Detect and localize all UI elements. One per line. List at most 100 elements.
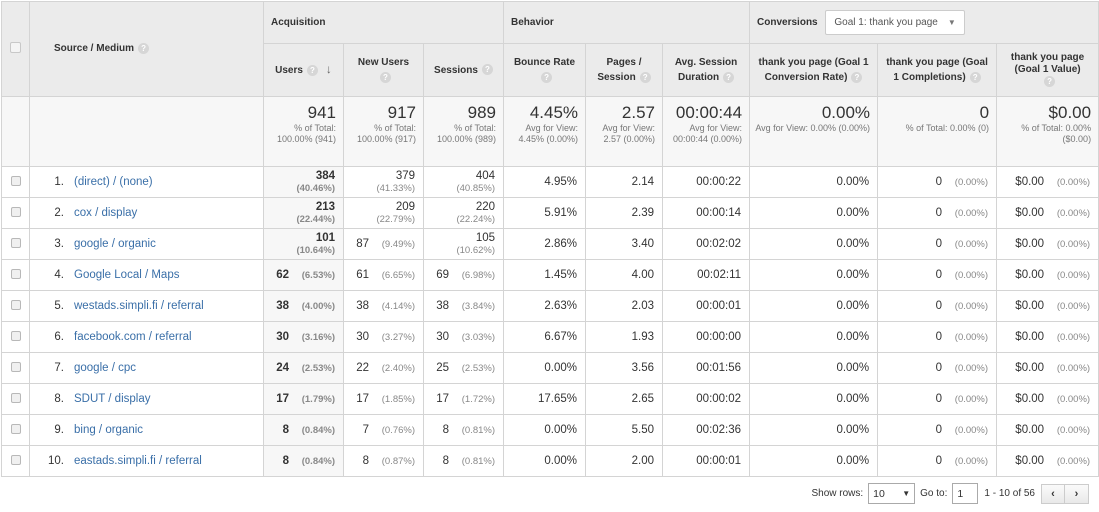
users-pct: (22.44%) [296, 214, 335, 225]
pages-session-cell: 4.00 [585, 259, 664, 291]
col-avg-duration[interactable]: Avg. Session Duration? [662, 43, 751, 97]
col-conv-rate[interactable]: thank you page (Goal 1 Conversion Rate)? [749, 43, 879, 97]
pages-session-cell: 2.65 [585, 383, 664, 415]
new-users-pct: (9.49%) [381, 239, 415, 250]
prev-page-button[interactable]: ‹ [1041, 483, 1065, 504]
col-completions[interactable]: thank you page (Goal 1 Completions)? [877, 43, 998, 97]
help-icon[interactable]: ? [541, 71, 553, 83]
col-pages-session[interactable]: Pages / Session? [585, 43, 664, 97]
completions-cell: 0 (0.00%) [877, 321, 998, 353]
source-cell: 3. google / organic [29, 228, 264, 260]
source-medium-link[interactable]: google / organic [74, 238, 156, 250]
row-checkbox[interactable] [10, 299, 21, 310]
conv-rate-cell: 0.00% [749, 166, 879, 198]
row-checkbox[interactable] [10, 423, 21, 434]
row-checkbox[interactable] [10, 330, 21, 341]
help-icon[interactable]: ? [306, 64, 318, 76]
row-checkbox[interactable] [10, 361, 21, 372]
completions-value: 0 [935, 269, 943, 281]
row-checkbox[interactable] [10, 268, 21, 279]
goal-selector-dropdown[interactable]: Goal 1: thank you page ▼ [825, 10, 965, 35]
sessions-pct: (3.84%) [461, 301, 496, 312]
help-icon[interactable]: ? [1044, 75, 1056, 87]
next-page-button[interactable]: › [1065, 483, 1089, 504]
source-medium-link[interactable]: westads.simpli.fi / referral [74, 300, 204, 312]
help-icon[interactable]: ? [723, 71, 735, 83]
col-sessions[interactable]: Sessions? [422, 43, 505, 97]
value-pct: (0.00%) [1056, 456, 1091, 467]
col-value[interactable]: thank you page (Goal 1 Value)? [996, 43, 1099, 97]
source-medium-link[interactable]: SDUT / display [74, 393, 150, 405]
pages-session-cell: 2.14 [585, 166, 664, 198]
new-users-value: 38 [356, 300, 369, 312]
value-pct: (0.00%) [1056, 239, 1091, 250]
source-medium-header[interactable]: Source / Medium? [29, 1, 264, 97]
avg-duration-cell: 00:00:00 [662, 321, 751, 353]
select-all-checkbox[interactable] [10, 42, 21, 53]
bounce-rate-cell: 0.00% [503, 352, 587, 384]
col-new-users-label: New Users [357, 57, 410, 68]
total-value: 917 [387, 103, 416, 122]
pages-session-cell: 3.56 [585, 352, 664, 384]
row-checkbox[interactable] [10, 454, 21, 465]
users-cell: 101(10.64%) [263, 228, 344, 260]
show-rows-value: 10 [873, 487, 885, 500]
completions-cell: 0 (0.00%) [877, 228, 998, 260]
source-cell: 6. facebook.com / referral [29, 321, 264, 353]
row-checkbox[interactable] [10, 175, 21, 186]
col-bounce-rate[interactable]: Bounce Rate? [503, 43, 587, 97]
help-icon[interactable]: ? [380, 71, 391, 83]
row-checkbox-cell [1, 352, 30, 384]
row-checkbox[interactable] [10, 206, 21, 217]
goto-value: 1 [957, 487, 964, 500]
source-medium-link[interactable]: eastads.simpli.fi / referral [74, 455, 202, 467]
row-checkbox[interactable] [10, 392, 21, 403]
sessions-value: 8 [442, 424, 450, 436]
source-medium-link[interactable]: (direct) / (none) [74, 176, 153, 188]
help-icon[interactable]: ? [851, 71, 863, 83]
total-bounce-rate: 4.45% Avg for View: 4.45% (0.00%) [503, 96, 587, 167]
total-new-users: 917% of Total: 100.00% (917) [343, 96, 424, 167]
sessions-cell: 38 (3.84%) [422, 290, 505, 322]
col-new-users[interactable]: New Users? [343, 43, 424, 97]
completions-value: 0 [935, 300, 943, 312]
source-cell: 2. cox / display [29, 197, 264, 229]
help-icon[interactable]: ? [969, 71, 981, 83]
sort-descending-icon[interactable]: ↓ [326, 62, 332, 76]
new-users-cell: 30 (3.27%) [343, 321, 424, 353]
show-rows-select[interactable]: 10 ▼ [868, 483, 916, 504]
new-users-value: 30 [356, 331, 369, 343]
page-range: 1 - 10 of 56 [984, 488, 1035, 499]
users-pct: (1.79%) [301, 394, 335, 405]
source-medium-link[interactable]: google / cpc [74, 362, 136, 374]
total-value: 941 [307, 103, 336, 122]
sessions-pct: (1.72%) [461, 394, 496, 405]
help-icon[interactable]: ? [639, 71, 651, 83]
pages-session-cell: 5.50 [585, 414, 664, 446]
users-value: 62 [276, 269, 289, 281]
source-medium-link[interactable]: facebook.com / referral [74, 331, 192, 343]
source-medium-link[interactable]: cox / display [74, 207, 137, 219]
new-users-value: 209 [395, 201, 415, 213]
row-checkbox[interactable] [10, 237, 21, 248]
sessions-cell: 30 (3.03%) [422, 321, 505, 353]
sessions-cell: 8 (0.81%) [422, 445, 505, 477]
new-users-cell: 7 (0.76%) [343, 414, 424, 446]
users-pct: (2.53%) [301, 363, 335, 374]
acquisition-group-header: Acquisition [262, 1, 505, 44]
sessions-pct: (3.03%) [461, 332, 496, 343]
table-row: 10. eastads.simpli.fi / referral 8 (0.84%) 8… [1, 445, 1099, 477]
col-pages-session-label: Pages / Session [597, 57, 642, 83]
completions-value: 0 [935, 362, 943, 374]
help-icon[interactable]: ? [481, 64, 493, 76]
sessions-pct: (22.24%) [456, 214, 496, 225]
help-icon[interactable]: ? [138, 43, 150, 55]
conv-rate-cell: 0.00% [749, 197, 879, 229]
total-value: 0.00% [821, 103, 871, 122]
source-medium-link[interactable]: Google Local / Maps [74, 269, 179, 281]
value-pct: (0.00%) [1056, 363, 1091, 374]
col-users[interactable]: Users? ↓ [263, 43, 344, 97]
source-medium-link[interactable]: bing / organic [74, 424, 143, 436]
sessions-value: 105 [475, 232, 496, 244]
goto-input[interactable]: 1 [952, 483, 979, 504]
